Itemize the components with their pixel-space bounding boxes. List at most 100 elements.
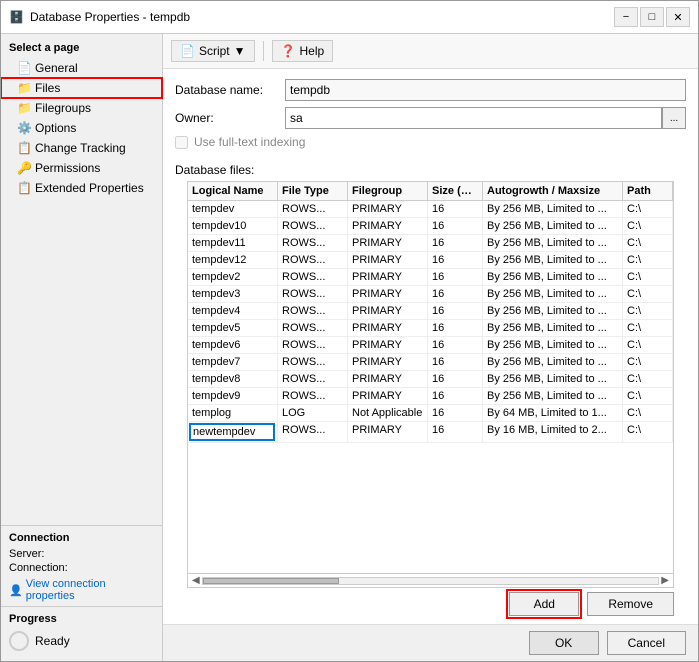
filegroup-cell: PRIMARY [348, 320, 428, 336]
toolbar: 📄 Script ▼ ❓ Help [163, 34, 698, 69]
sidebar-item-general-label: General [35, 61, 78, 75]
select-page-label: Select a page [1, 38, 162, 58]
th-size: Size (MB) [428, 182, 483, 200]
size-cell: 16 [428, 235, 483, 251]
size-cell: 16 [428, 422, 483, 442]
table-row[interactable]: tempdev5 ROWS... PRIMARY 16 By 256 MB, L… [188, 320, 673, 337]
logical-name-cell: tempdev6 [188, 337, 278, 353]
owner-browse-button[interactable]: ... [662, 107, 686, 129]
toolbar-separator [263, 41, 264, 61]
filetype-cell: ROWS... [278, 388, 348, 404]
autogrowth-cell: By 256 MB, Limited to ... [483, 201, 623, 217]
extended-props-icon: 📋 [17, 181, 31, 195]
size-cell: 16 [428, 337, 483, 353]
server-label: Server: [9, 548, 79, 560]
remove-button[interactable]: Remove [587, 592, 674, 616]
add-button[interactable]: Add [509, 592, 579, 616]
maximize-button[interactable]: □ [640, 7, 664, 27]
sidebar-item-extended-properties[interactable]: 📋 Extended Properties [1, 178, 162, 198]
h-scrollbar[interactable] [202, 577, 660, 585]
size-cell: 16 [428, 218, 483, 234]
title-bar: 🗄️ Database Properties - tempdb − □ ✕ [1, 1, 698, 34]
connection-link-icon: 👤 [9, 584, 23, 597]
logical-name-input[interactable] [189, 423, 275, 441]
filegroup-cell: PRIMARY [348, 354, 428, 370]
th-path: Path [623, 182, 673, 200]
table-row[interactable]: tempdev7 ROWS... PRIMARY 16 By 256 MB, L… [188, 354, 673, 371]
sidebar-item-files[interactable]: 📁 Files [1, 78, 162, 98]
help-button[interactable]: ❓ Help [272, 40, 334, 62]
path-cell: C:\ [623, 201, 673, 217]
table-row[interactable]: ROWS... PRIMARY 16 By 16 MB, Limited to … [188, 422, 673, 443]
title-bar-left: 🗄️ Database Properties - tempdb [9, 10, 190, 24]
table-row[interactable]: tempdev4 ROWS... PRIMARY 16 By 256 MB, L… [188, 303, 673, 320]
filegroup-cell: Not Applicable [348, 405, 428, 421]
minimize-button[interactable]: − [614, 7, 638, 27]
path-cell: C:\ [623, 235, 673, 251]
autogrowth-cell: By 256 MB, Limited to ... [483, 320, 623, 336]
logical-name-cell: tempdev10 [188, 218, 278, 234]
filegroup-cell: PRIMARY [348, 252, 428, 268]
help-icon: ❓ [281, 44, 296, 58]
sidebar-item-filegroups[interactable]: 📁 Filegroups [1, 98, 162, 118]
path-cell: C:\ [623, 371, 673, 387]
close-button[interactable]: ✕ [666, 7, 690, 27]
window-title: Database Properties - tempdb [30, 10, 190, 24]
autogrowth-cell: By 256 MB, Limited to ... [483, 303, 623, 319]
form-area: Database name: Owner: ... Use full-text … [163, 69, 698, 163]
cancel-button[interactable]: Cancel [607, 631, 686, 655]
table-row[interactable]: tempdev10 ROWS... PRIMARY 16 By 256 MB, … [188, 218, 673, 235]
table-row[interactable]: tempdev11 ROWS... PRIMARY 16 By 256 MB, … [188, 235, 673, 252]
scrollbar-thumb [203, 578, 340, 584]
view-connection-link[interactable]: 👤 View connection properties [9, 578, 154, 602]
sidebar-item-files-label: Files [35, 81, 60, 95]
progress-row: Ready [9, 631, 154, 651]
path-cell: C:\ [623, 269, 673, 285]
filetype-cell: ROWS... [278, 201, 348, 217]
table-row[interactable]: tempdev12 ROWS... PRIMARY 16 By 256 MB, … [188, 252, 673, 269]
scroll-left-icon[interactable]: ◀ [190, 575, 202, 586]
size-cell: 16 [428, 388, 483, 404]
th-logical: Logical Name [188, 182, 278, 200]
logical-name-edit-cell[interactable] [188, 422, 278, 442]
filetype-cell: ROWS... [278, 303, 348, 319]
filetype-cell: ROWS... [278, 371, 348, 387]
size-cell: 16 [428, 286, 483, 302]
sidebar-item-permissions[interactable]: 🔑 Permissions [1, 158, 162, 178]
autogrowth-cell: By 256 MB, Limited to ... [483, 337, 623, 353]
script-dropdown-icon: ▼ [234, 44, 246, 58]
table-row[interactable]: templog LOG Not Applicable 16 By 64 MB, … [188, 405, 673, 422]
table-row[interactable]: tempdev9 ROWS... PRIMARY 16 By 256 MB, L… [188, 388, 673, 405]
db-name-input[interactable] [285, 79, 686, 101]
sidebar-item-change-tracking[interactable]: 📋 Change Tracking [1, 138, 162, 158]
script-icon: 📄 [180, 44, 195, 58]
owner-input[interactable] [285, 107, 662, 129]
size-cell: 16 [428, 201, 483, 217]
filegroup-cell: PRIMARY [348, 201, 428, 217]
autogrowth-cell: By 256 MB, Limited to ... [483, 388, 623, 404]
scroll-right-icon[interactable]: ▶ [659, 575, 671, 586]
sidebar-item-options[interactable]: ⚙️ Options [1, 118, 162, 138]
sidebar-item-options-label: Options [35, 121, 76, 135]
table-row[interactable]: tempdev3 ROWS... PRIMARY 16 By 256 MB, L… [188, 286, 673, 303]
ok-button[interactable]: OK [529, 631, 599, 655]
autogrowth-cell: By 256 MB, Limited to ... [483, 252, 623, 268]
fulltext-checkbox[interactable] [175, 136, 188, 149]
table-row[interactable]: tempdev ROWS... PRIMARY 16 By 256 MB, Li… [188, 201, 673, 218]
connection-link-label: View connection properties [26, 578, 154, 602]
th-autogrowth: Autogrowth / Maxsize [483, 182, 623, 200]
filetype-cell: ROWS... [278, 252, 348, 268]
path-cell: C:\ [623, 337, 673, 353]
connection-header: Connection [9, 532, 154, 544]
table-row[interactable]: tempdev8 ROWS... PRIMARY 16 By 256 MB, L… [188, 371, 673, 388]
table-row[interactable]: tempdev2 ROWS... PRIMARY 16 By 256 MB, L… [188, 269, 673, 286]
filetype-cell: ROWS... [278, 269, 348, 285]
script-button[interactable]: 📄 Script ▼ [171, 40, 255, 62]
filetype-cell: ROWS... [278, 235, 348, 251]
sidebar-item-general[interactable]: 📄 General [1, 58, 162, 78]
fulltext-label: Use full-text indexing [194, 135, 305, 149]
owner-row: Owner: ... [175, 107, 686, 129]
size-cell: 16 [428, 269, 483, 285]
autogrowth-cell: By 256 MB, Limited to ... [483, 354, 623, 370]
table-row[interactable]: tempdev6 ROWS... PRIMARY 16 By 256 MB, L… [188, 337, 673, 354]
